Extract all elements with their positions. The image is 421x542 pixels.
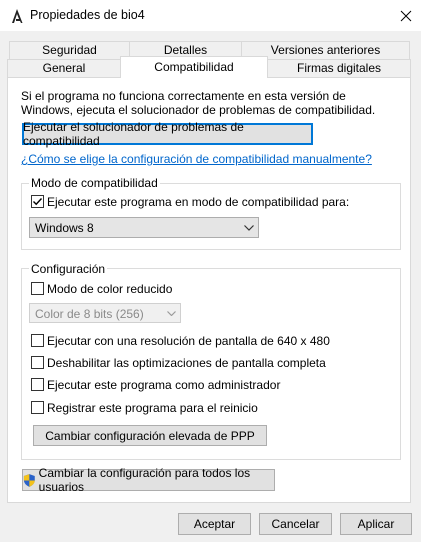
color-depth-select: Color de 8 bits (256)	[29, 303, 181, 323]
run-as-admin-label: Ejecutar este programa como administrado…	[47, 378, 281, 392]
change-all-users-button[interactable]: Cambiar la configuración para todos los …	[22, 466, 275, 494]
register-restart-checkbox[interactable]	[31, 401, 44, 414]
checkmark-icon	[33, 198, 43, 206]
reduced-color-label: Modo de color reducido	[47, 282, 173, 296]
close-icon	[400, 10, 411, 21]
reduced-color-checkbox[interactable]	[31, 282, 44, 295]
intro-line-1: Si el programa no funciona correctamente…	[21, 89, 346, 103]
fullscreen-optimizations-label: Deshabilitar las optimizaciones de panta…	[47, 356, 326, 370]
apply-label: Aplicar	[357, 517, 395, 531]
resolution-checkbox[interactable]	[31, 334, 44, 347]
os-select[interactable]: Windows 8	[29, 217, 259, 238]
app-icon	[12, 9, 23, 23]
compat-mode-checkbox[interactable]	[31, 195, 44, 208]
chevron-down-icon	[244, 225, 254, 231]
accept-button[interactable]: Aceptar	[178, 513, 251, 535]
tab-compatibilidad[interactable]: Compatibilidad	[120, 56, 268, 78]
change-all-users-label: Cambiar la configuración para todos los …	[38, 466, 251, 494]
window-title: Propiedades de bio4	[30, 8, 145, 22]
tab-general[interactable]: General	[7, 59, 121, 78]
run-troubleshooter-label: Ejecutar el solucionador de problemas de…	[23, 120, 244, 148]
change-dpi-button[interactable]: Cambiar configuración elevada de PPP	[33, 425, 267, 446]
uac-shield-icon	[23, 473, 35, 487]
os-select-value: Windows 8	[35, 221, 94, 235]
cancel-button[interactable]: Cancelar	[259, 513, 332, 535]
apply-button[interactable]: Aplicar	[340, 513, 412, 535]
cancel-label: Cancelar	[271, 517, 320, 531]
chevron-down-icon	[167, 311, 176, 316]
resolution-label: Ejecutar con una resolución de pantalla …	[47, 334, 330, 348]
run-as-admin-checkbox[interactable]	[31, 378, 44, 391]
change-dpi-label: Cambiar configuración elevada de PPP	[45, 428, 255, 443]
manual-settings-link[interactable]: ¿Cómo se elige la configuración de compa…	[21, 152, 372, 166]
compat-mode-legend: Modo de compatibilidad	[29, 176, 160, 190]
compat-mode-label: Ejecutar este programa en modo de compat…	[47, 195, 350, 209]
tab-seguridad[interactable]: Seguridad	[9, 41, 130, 60]
fullscreen-optimizations-checkbox[interactable]	[31, 356, 44, 369]
run-troubleshooter-button[interactable]: Ejecutar el solucionador de problemas de…	[22, 120, 313, 148]
intro-line-2: Windows, ejecuta el solucionador de prob…	[21, 103, 376, 117]
register-restart-label: Registrar este programa para el reinicio	[47, 401, 258, 415]
settings-legend: Configuración	[29, 262, 108, 276]
close-button[interactable]	[390, 0, 421, 31]
color-depth-value: Color de 8 bits (256)	[35, 307, 144, 321]
accept-label: Aceptar	[193, 517, 236, 531]
tab-firmas-digitales[interactable]: Firmas digitales	[267, 59, 411, 78]
